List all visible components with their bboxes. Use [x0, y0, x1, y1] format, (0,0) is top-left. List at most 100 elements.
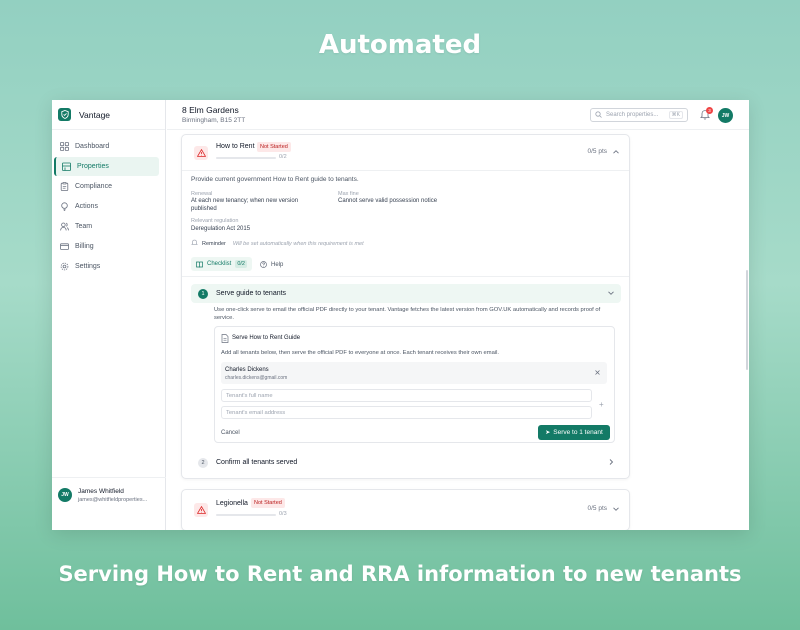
- property-name: 8 Elm Gardens: [182, 105, 239, 115]
- step-number: 2: [198, 457, 208, 468]
- divider: [182, 170, 629, 171]
- scrollbar[interactable]: [746, 270, 748, 370]
- checklist-button[interactable]: Checklist 0/2: [191, 257, 252, 271]
- sidebar-item-properties[interactable]: Properties: [54, 157, 159, 176]
- requirement-card-how-to-rent: How to Rent Not Started 0/2 0/5 pts Prov…: [181, 134, 630, 479]
- tenant-email-input[interactable]: Tenant's email address: [221, 406, 592, 419]
- sidebar-item-dashboard[interactable]: Dashboard: [54, 137, 159, 156]
- bell-icon: [191, 239, 198, 248]
- sidebar-item-compliance[interactable]: Compliance: [54, 177, 159, 196]
- requirement-title: How to Rent: [216, 143, 255, 150]
- progress-bar: [216, 157, 276, 159]
- warning-icon: [194, 146, 208, 160]
- help-label: Help: [271, 261, 284, 268]
- max-fine-value: Cannot serve valid possession notice: [338, 198, 438, 204]
- property-address: Birmingham, B15 2TT: [182, 117, 246, 124]
- user-name: James Whitfield: [78, 488, 124, 495]
- sidebar-item-label: Team: [75, 223, 93, 230]
- bulb-icon: [59, 202, 69, 212]
- chevron-down-icon: [607, 289, 615, 297]
- notifications-button[interactable]: 3: [700, 107, 713, 122]
- reminder-label: Reminder: [202, 240, 226, 247]
- requirement-description: Provide current government How to Rent g…: [191, 176, 359, 183]
- step-label: Confirm all tenants served: [216, 459, 298, 466]
- step-description: Use one-click serve to email the officia…: [214, 307, 601, 321]
- sidebar-item-settings[interactable]: Settings: [54, 257, 159, 276]
- requirement-card-legionella[interactable]: Legionella Not Started 0/3 0/5 pts: [181, 489, 630, 530]
- points: 0/5 pts: [587, 148, 607, 155]
- sidebar-item-label: Properties: [77, 163, 109, 170]
- sidebar-item-label: Compliance: [75, 183, 112, 190]
- step-1-header[interactable]: 1 Serve guide to tenants: [191, 284, 621, 303]
- book-icon: [196, 261, 203, 268]
- progress-count: 0/2: [279, 154, 287, 160]
- gear-icon: [59, 262, 69, 272]
- user-profile[interactable]: JW James Whitfield james@whitfieldproper…: [52, 477, 166, 530]
- serve-button-label: Serve to 1 tenant: [553, 429, 603, 436]
- points: 0/5 pts: [587, 505, 607, 512]
- progress-count: 0/3: [279, 511, 287, 517]
- warning-icon: [194, 503, 208, 517]
- checklist-label: Checklist: [207, 261, 232, 267]
- renewal-label: Renewal: [191, 191, 213, 197]
- help-button[interactable]: Help: [260, 261, 283, 268]
- sidebar-item-actions[interactable]: Actions: [54, 197, 159, 216]
- max-fine-label: Max fine: [338, 191, 359, 197]
- building-icon: [61, 162, 71, 172]
- checklist-count: 0/2: [235, 260, 247, 268]
- headline: Automated: [318, 30, 482, 60]
- top-bar: 8 Elm Gardens Birmingham, B15 2TT Search…: [167, 100, 749, 130]
- search-placeholder: Search properties...: [606, 112, 659, 118]
- sidebar-nav: Dashboard Properties Compliance Actions: [52, 130, 165, 276]
- tenant-email: charles.dickens@gmail.com: [225, 375, 288, 381]
- tenant-name: Charles Dickens: [225, 367, 269, 373]
- remove-tenant-icon[interactable]: [594, 369, 601, 376]
- shield-logo-icon: [58, 108, 71, 121]
- notification-count-badge: 3: [706, 107, 713, 114]
- step-2-header[interactable]: 2 Confirm all tenants served: [191, 453, 621, 472]
- search-shortcut: ⌘K: [668, 111, 683, 119]
- document-icon: [221, 334, 229, 343]
- regulation-label: Relevant regulation: [191, 218, 239, 224]
- step-label: Serve guide to tenants: [216, 290, 287, 297]
- chevron-right-icon: [607, 458, 615, 466]
- search-icon: [595, 110, 602, 120]
- serve-title: Serve How to Rent Guide: [232, 335, 301, 341]
- add-tenant-icon[interactable]: +: [599, 400, 604, 409]
- progress-bar: [216, 514, 276, 516]
- serve-description: Add all tenants below, then serve the of…: [221, 350, 499, 356]
- card-icon: [59, 242, 69, 252]
- top-avatar[interactable]: JW: [718, 108, 733, 123]
- step-number: 1: [198, 288, 208, 299]
- user-email: james@whitfieldproperties...: [78, 497, 148, 503]
- sidebar-item-label: Actions: [75, 203, 98, 210]
- brand: Vantage: [52, 100, 165, 130]
- users-icon: [59, 222, 69, 232]
- main-content: How to Rent Not Started 0/2 0/5 pts Prov…: [167, 130, 749, 530]
- dashboard-icon: [59, 142, 69, 152]
- requirement-title: Legionella: [216, 500, 248, 507]
- renewal-value: At each new tenancy; when new version pu…: [191, 198, 299, 212]
- bell-icon: [700, 110, 710, 122]
- send-icon: ➤: [545, 430, 551, 436]
- cancel-button[interactable]: Cancel: [221, 430, 240, 436]
- sidebar-item-billing[interactable]: Billing: [54, 237, 159, 256]
- chevron-up-icon[interactable]: [612, 148, 620, 156]
- divider: [182, 276, 629, 277]
- sidebar-item-team[interactable]: Team: [54, 217, 159, 236]
- status-badge: Not Started: [251, 498, 285, 508]
- serve-button[interactable]: ➤ Serve to 1 tenant: [538, 425, 610, 440]
- status-badge: Not Started: [257, 142, 291, 152]
- chevron-down-icon[interactable]: [612, 505, 620, 513]
- serve-panel: Serve How to Rent Guide Add all tenants …: [214, 326, 615, 443]
- avatar: JW: [58, 488, 72, 502]
- reminder-row: Reminder Will be set automatically when …: [191, 239, 364, 248]
- search-input[interactable]: Search properties... ⌘K: [590, 108, 688, 122]
- tenant-name-input[interactable]: Tenant's full name: [221, 389, 592, 402]
- app-window: Vantage Dashboard Properties Compliance: [52, 100, 749, 530]
- caption: Serving How to Rent and RRA information …: [58, 562, 742, 586]
- reminder-note: Will be set automatically when this requ…: [232, 240, 364, 247]
- clipboard-icon: [59, 182, 69, 192]
- tenant-row: Charles Dickens charles.dickens@gmail.co…: [221, 362, 607, 384]
- sidebar-item-label: Dashboard: [75, 143, 110, 150]
